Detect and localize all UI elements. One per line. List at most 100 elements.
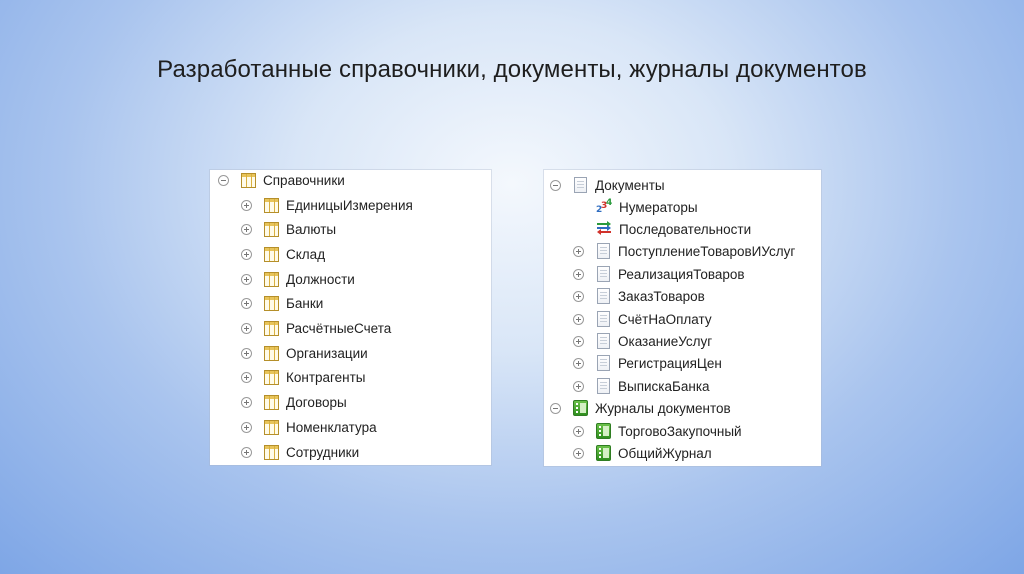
expand-icon[interactable] — [241, 396, 252, 408]
expand-icon[interactable] — [241, 273, 252, 285]
catalog-icon — [264, 444, 279, 460]
tree-node-catalog[interactable]: Банки — [241, 293, 323, 313]
tree-node-label: Сотрудники — [286, 444, 360, 460]
journal-icon — [596, 423, 611, 439]
sequences-icon — [596, 220, 612, 238]
tree-node-label: Номенклатура — [286, 419, 377, 435]
journal-icon — [573, 400, 588, 416]
expand-icon[interactable] — [241, 421, 252, 433]
tree-node-document[interactable]: СчётНаОплату — [573, 309, 712, 329]
tree-node-catalogs[interactable]: Справочники — [218, 170, 345, 190]
collapse-icon[interactable] — [218, 174, 229, 186]
expand-icon[interactable] — [241, 446, 252, 458]
tree-node-label: Организации — [286, 345, 368, 361]
expand-icon[interactable] — [241, 322, 252, 334]
expand-icon[interactable] — [241, 347, 252, 359]
tree-node-sequences[interactable]: Последовательности — [573, 219, 751, 239]
numerators-icon: 2 3 4 — [596, 199, 612, 215]
expand-icon[interactable] — [241, 248, 252, 260]
tree-node-label: Банки — [286, 295, 324, 311]
catalog-icon — [241, 172, 256, 188]
tree-node-label: ЗаказТоваров — [618, 288, 705, 304]
tree-node-document[interactable]: РеализацияТоваров — [573, 264, 745, 284]
tree-node-catalog[interactable]: Должности — [241, 269, 355, 289]
catalog-icon — [264, 295, 279, 311]
catalog-icon — [264, 197, 279, 213]
catalog-icon — [264, 246, 279, 262]
expand-icon[interactable] — [573, 313, 584, 325]
catalog-icon — [264, 345, 279, 361]
tree-node-label: ОказаниеУслуг — [618, 333, 713, 349]
expand-icon[interactable] — [241, 297, 252, 309]
tree-node-journals[interactable]: Журналы документов — [550, 398, 731, 418]
tree-node-catalog[interactable]: Организации — [241, 343, 368, 363]
tree-node-label: Справочники — [263, 172, 345, 188]
tree-node-label: ОбщийЖурнал — [618, 445, 712, 461]
journal-icon — [596, 445, 611, 461]
tree-node-document[interactable]: ЗаказТоваров — [573, 286, 705, 306]
document-icon — [597, 266, 610, 282]
document-icon — [574, 177, 587, 193]
document-icon — [597, 333, 610, 349]
catalogs-tree-panel: Справочники ЕдиницыИзмерения Валюты Скла… — [210, 170, 491, 465]
tree-node-label: Нумераторы — [619, 199, 698, 215]
tree-node-label: СчётНаОплату — [618, 311, 712, 327]
tree-node-numerators[interactable]: 2 3 4 Нумераторы — [573, 197, 698, 217]
catalog-icon — [264, 320, 279, 336]
numerators-digit: 4 — [606, 198, 613, 208]
tree-node-label: Договоры — [286, 394, 347, 410]
tree-node-document[interactable]: ВыпискаБанка — [573, 376, 710, 396]
tree-node-catalog[interactable]: РасчётныеСчета — [241, 318, 391, 338]
collapse-icon[interactable] — [550, 402, 561, 414]
tree-node-catalog[interactable]: Договоры — [241, 392, 347, 412]
tree-node-catalog[interactable]: Валюты — [241, 219, 336, 239]
tree-node-label: РасчётныеСчета — [286, 320, 392, 336]
tree-node-label: ВыпискаБанка — [618, 378, 710, 394]
tree-node-document[interactable]: РегистрацияЦен — [573, 353, 722, 373]
expand-icon[interactable] — [241, 223, 252, 235]
catalog-icon — [264, 394, 279, 410]
tree-node-label: РегистрацияЦен — [618, 355, 722, 371]
tree-node-journal[interactable]: ОбщийЖурнал — [573, 443, 712, 463]
expand-icon[interactable] — [573, 425, 584, 437]
expand-icon[interactable] — [241, 199, 252, 211]
tree-node-catalog[interactable]: Номенклатура — [241, 417, 377, 437]
tree-node-documents[interactable]: Документы — [550, 175, 665, 195]
catalog-icon — [264, 221, 279, 237]
tree-node-label: ТорговоЗакупочный — [618, 423, 742, 439]
tree-node-catalog[interactable]: Контрагенты — [241, 367, 366, 387]
tree-node-catalog[interactable]: ЕдиницыИзмерения — [241, 195, 413, 215]
tree-node-catalog[interactable]: Склад — [241, 244, 325, 264]
tree-node-label: Контрагенты — [286, 369, 366, 385]
expand-icon[interactable] — [573, 245, 584, 257]
document-icon — [597, 243, 610, 259]
document-icon — [597, 311, 610, 327]
document-icon — [597, 288, 610, 304]
tree-node-label: ПоступлениеТоваровИУслуг — [618, 243, 796, 259]
tree-node-document[interactable]: ОказаниеУслуг — [573, 331, 712, 351]
slide-title: Разработанные справочники, документы, жу… — [157, 56, 867, 83]
expand-icon[interactable] — [241, 371, 252, 383]
tree-node-label: Склад — [286, 246, 326, 262]
expand-icon[interactable] — [573, 335, 584, 347]
document-icon — [597, 355, 610, 371]
document-icon — [597, 378, 610, 394]
expand-icon[interactable] — [573, 380, 584, 392]
tree-node-document[interactable]: ПоступлениеТоваровИУслуг — [573, 241, 795, 261]
tree-node-catalog[interactable]: Сотрудники — [241, 442, 359, 462]
expand-icon[interactable] — [573, 357, 584, 369]
expand-icon[interactable] — [573, 290, 584, 302]
expand-icon[interactable] — [573, 447, 584, 459]
tree-node-label: РеализацияТоваров — [618, 266, 745, 282]
tree-node-journal[interactable]: ТорговоЗакупочный — [573, 421, 742, 441]
catalog-icon — [264, 419, 279, 435]
catalog-icon — [264, 369, 279, 385]
tree-node-label: Журналы документов — [595, 400, 731, 416]
catalog-icon — [264, 271, 279, 287]
tree-node-label: Должности — [286, 271, 355, 287]
collapse-icon[interactable] — [550, 179, 561, 191]
expand-icon[interactable] — [573, 268, 584, 280]
tree-node-label: Последовательности — [619, 221, 752, 237]
documents-tree-panel: Документы 2 3 4 Нумераторы Последователь… — [544, 170, 821, 466]
tree-node-label: ЕдиницыИзмерения — [286, 197, 413, 213]
